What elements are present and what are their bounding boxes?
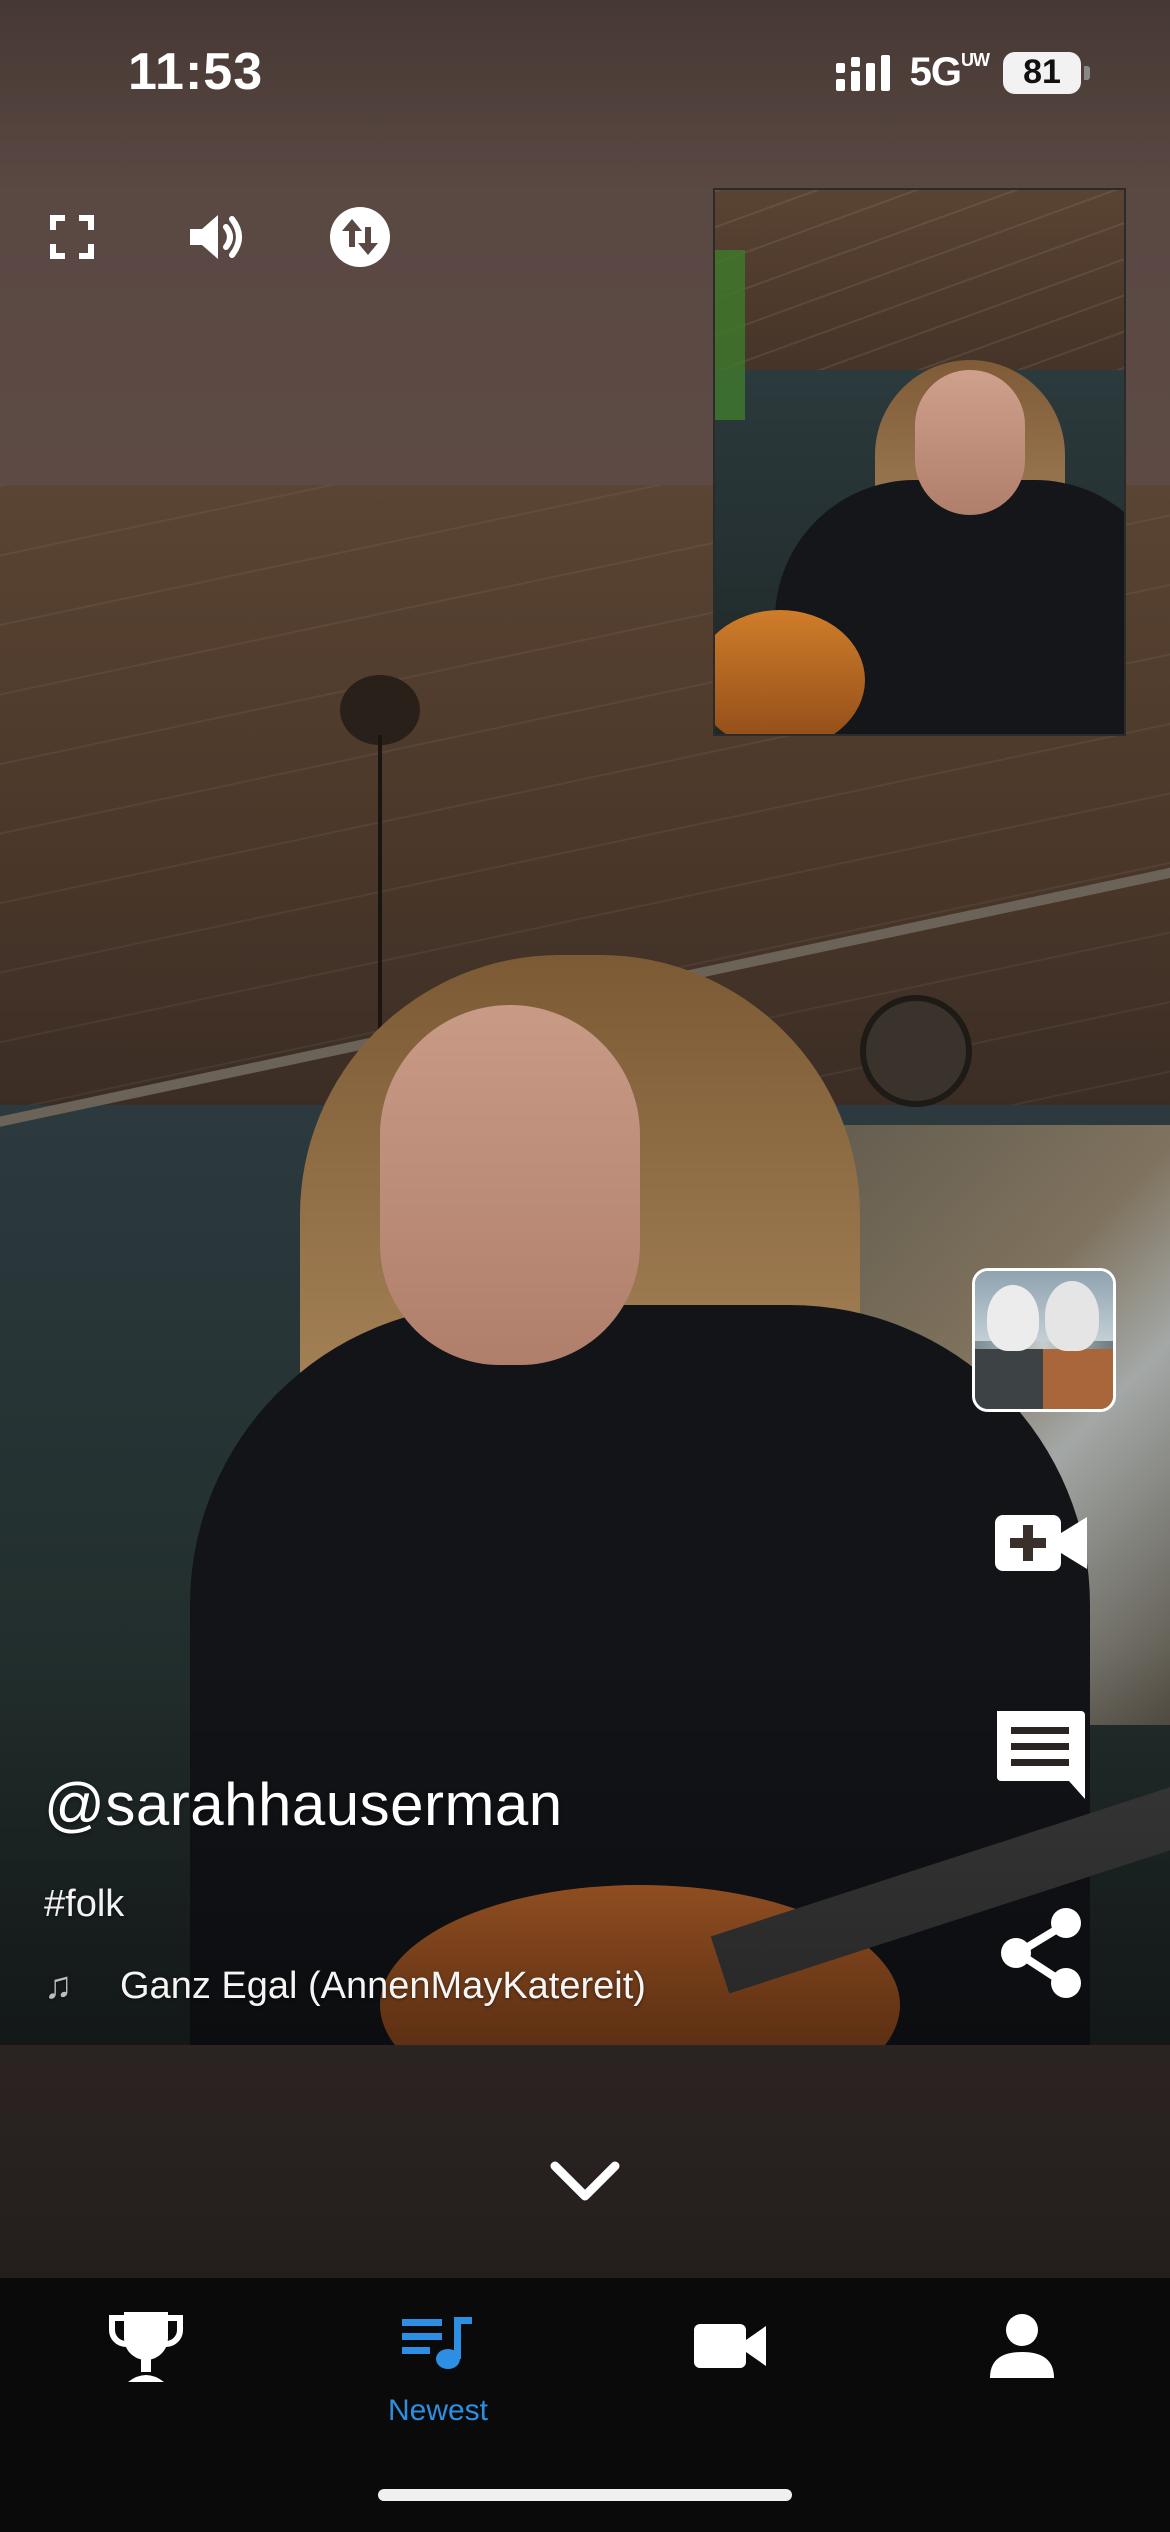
right-rail	[968, 1268, 1118, 2028]
username[interactable]: @sarahhauserman	[44, 1770, 924, 1839]
video-duet-screen: 11:53 5GUW 81 @sarahhauserman #folk ♫ Ga…	[0, 0, 1170, 2532]
thumb-head-left	[987, 1285, 1039, 1351]
comment-icon[interactable]	[968, 1698, 1114, 1808]
add-video-icon[interactable]	[968, 1488, 1114, 1598]
signal-icon	[834, 53, 896, 93]
video-person-face	[380, 1005, 640, 1365]
pip-video[interactable]	[713, 188, 1126, 736]
pip-plant	[715, 250, 745, 420]
chevron-down-icon[interactable]	[545, 2150, 625, 2216]
thumb-head-right	[1045, 1281, 1099, 1351]
network-type: 5GUW	[909, 50, 990, 94]
nav-item-record[interactable]	[630, 2306, 830, 2436]
nav-item-leaderboard[interactable]	[46, 2306, 246, 2436]
music-note-icon: ♫	[44, 1965, 73, 2007]
song-title: Ganz Egal (AnnenMayKatereit)	[120, 1964, 646, 2007]
pip-person-face	[915, 370, 1025, 515]
profile-icon	[982, 2306, 1062, 2386]
status-bar: 11:53 5GUW 81	[0, 0, 1170, 150]
home-indicator[interactable]	[378, 2489, 792, 2501]
status-time: 11:53	[128, 43, 264, 101]
post-caption: @sarahhauserman #folk ♫ Ganz Egal (Annen…	[44, 1770, 924, 2008]
song-info[interactable]: ♫ Ganz Egal (AnnenMayKatereit)	[44, 1964, 924, 2008]
battery-icon: 81	[1003, 51, 1090, 94]
video-wall-clock	[860, 995, 972, 1107]
status-right: 5GUW 81	[834, 50, 1090, 95]
fullscreen-icon[interactable]	[34, 199, 110, 275]
playlist-music-icon	[398, 2306, 478, 2386]
nav-item-newest[interactable]: Newest	[338, 2306, 538, 2436]
trophy-icon	[106, 2306, 186, 2386]
battery-level: 81	[1003, 51, 1081, 94]
nav-item-profile[interactable]	[922, 2306, 1122, 2436]
battery-tip	[1084, 65, 1090, 80]
volume-icon[interactable]	[178, 199, 254, 275]
top-controls	[0, 195, 700, 285]
thumb-figure-left	[975, 1349, 1045, 1409]
swap-icon[interactable]	[322, 199, 398, 275]
nav-label-newest: Newest	[387, 2394, 489, 2427]
thumb-figure-right	[1043, 1349, 1113, 1409]
network-sup: UW	[961, 50, 990, 70]
share-icon[interactable]	[968, 1898, 1114, 2008]
video-camera-icon	[690, 2306, 770, 2386]
album-thumbnail[interactable]	[972, 1268, 1116, 1412]
hashtag[interactable]: #folk	[44, 1883, 924, 1926]
